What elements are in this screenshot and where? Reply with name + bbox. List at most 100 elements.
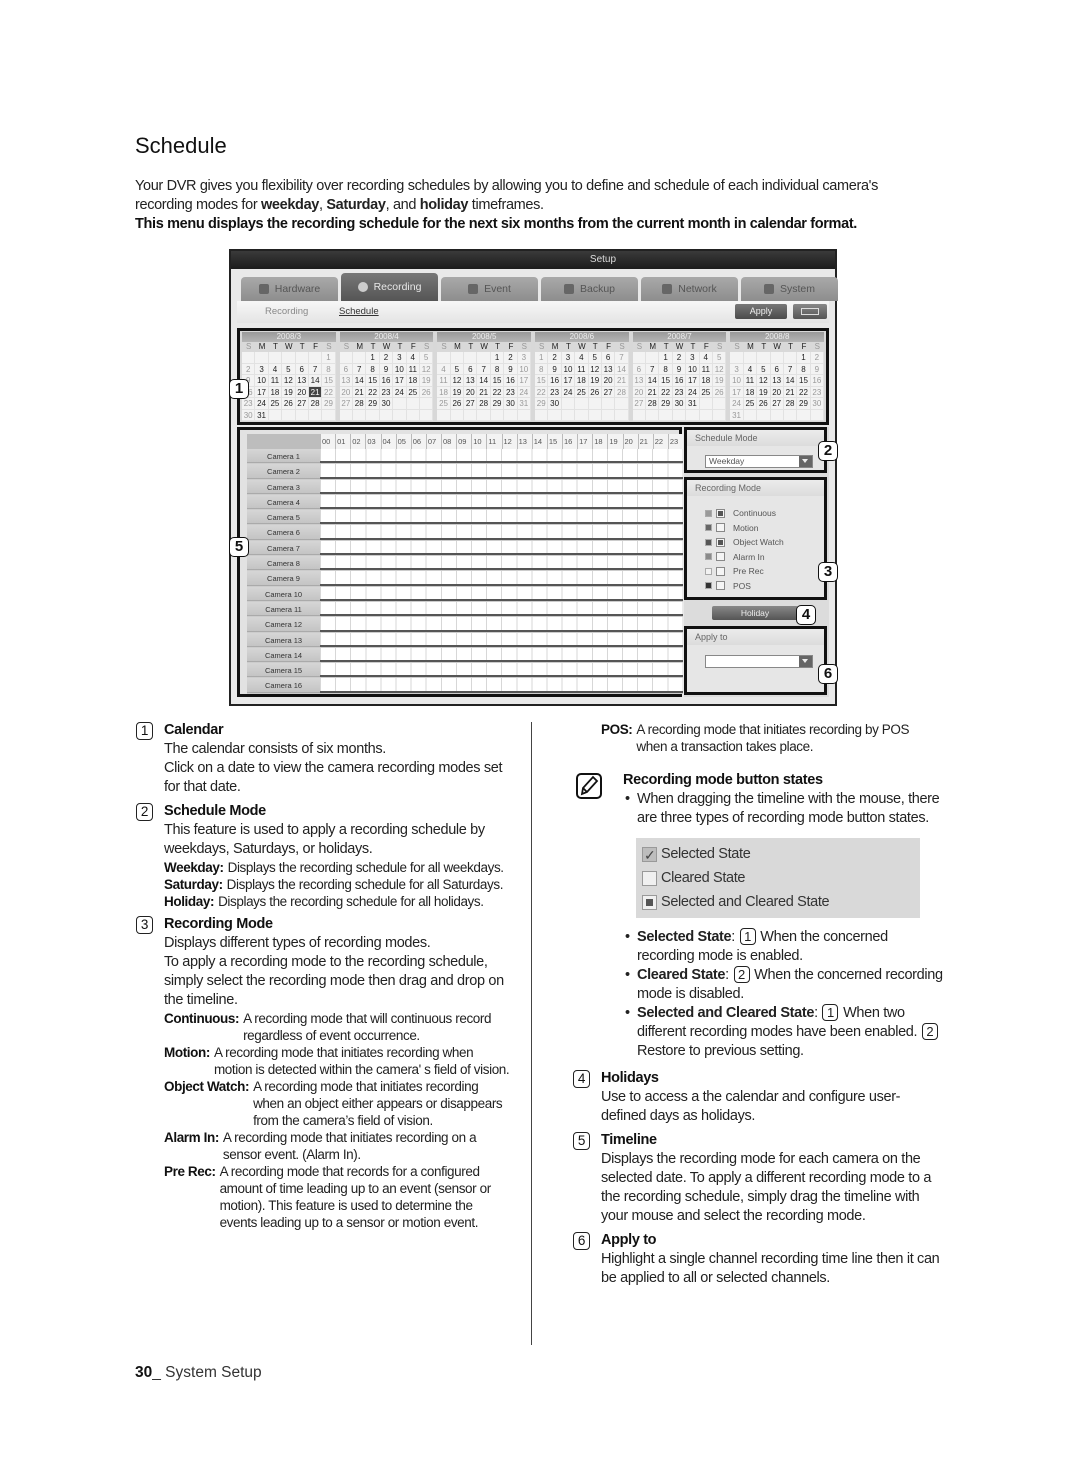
calendar-day[interactable]: 24 [686,386,700,398]
schedule-mode-select[interactable]: Weekday [705,455,813,468]
calendar-day[interactable]: 7 [646,363,660,375]
calendar-day[interactable]: 24 [517,386,532,398]
calendar-day[interactable]: 25 [406,386,420,398]
calendar-day[interactable]: 12 [757,375,771,387]
calendar-day[interactable]: 1 [535,352,549,364]
calendar-day[interactable]: 14 [646,375,660,387]
holiday-button[interactable]: Holiday [712,606,798,620]
mode-checkbox[interactable] [716,537,725,547]
calendar-day[interactable]: 26 [712,386,727,398]
calendar-day[interactable]: 6 [339,363,354,375]
calendar-day[interactable]: 26 [757,398,771,410]
calendar-day[interactable]: 13 [770,375,784,387]
camera-timeline-track[interactable] [320,464,683,479]
recording-mode-motion[interactable]: Motion [705,521,784,536]
calendar-day[interactable]: 18 [268,386,283,398]
calendar-day[interactable]: 14 [783,375,798,387]
calendar-day[interactable]: 17 [393,375,407,387]
camera-label[interactable]: Camera 8 [247,556,320,571]
tab-network[interactable]: Network [641,277,738,301]
calendar-day[interactable]: 23 [810,386,825,398]
calendar-day[interactable]: 28 [477,398,491,410]
camera-timeline-track[interactable] [320,494,683,510]
calendar-day[interactable]: 29 [490,398,505,410]
calendar-day[interactable]: 5 [282,363,296,375]
calendar-day[interactable]: 3 [686,352,700,364]
calendar-day[interactable]: 18 [743,386,758,398]
camera-timeline-track[interactable] [320,586,683,602]
calendar-day[interactable]: 2 [379,352,394,364]
calendar-day[interactable]: 14 [615,363,629,375]
calendar-day[interactable]: 11 [437,375,451,387]
camera-timeline-track[interactable] [320,510,683,525]
calendar-day[interactable]: 19 [757,386,771,398]
subtab-schedule[interactable]: Schedule [339,306,379,317]
calendar-day[interactable]: 19 [419,375,434,387]
calendar-day[interactable]: 7 [615,352,629,364]
calendar-day[interactable]: 26 [419,386,434,398]
calendar-day[interactable]: 12 [712,363,727,375]
calendar-day[interactable]: 20 [601,375,616,387]
mode-checkbox[interactable] [716,566,725,576]
calendar-day[interactable]: 24 [255,398,269,410]
camera-timeline-track[interactable] [320,632,683,648]
calendar-day[interactable]: 30 [242,409,256,421]
calendar-day[interactable]: 8 [659,363,673,375]
calendar-day[interactable]: 4 [575,352,589,364]
calendar-day[interactable]: 2 [242,363,256,375]
camera-timeline-track[interactable] [320,601,683,617]
calendar-day[interactable]: 30 [672,398,687,410]
calendar-day[interactable]: 31 [686,398,700,410]
calendar-day[interactable]: 26 [282,398,296,410]
calendar-day[interactable]: 30 [810,398,825,410]
calendar-day[interactable]: 22 [322,386,336,398]
calendar-day[interactable]: 25 [743,398,758,410]
calendar-day[interactable]: 18 [437,386,451,398]
calendar-day[interactable]: 5 [757,363,771,375]
calendar-day[interactable]: 6 [632,363,647,375]
calendar-day[interactable]: 13 [601,363,616,375]
calendar-day[interactable]: 3 [517,352,532,364]
calendar-day[interactable]: 21 [615,375,629,387]
camera-label[interactable]: Camera 15 [247,663,320,678]
calendar-day[interactable]: 19 [450,386,465,398]
camera-timeline-track[interactable] [320,540,683,556]
camera-timeline-track[interactable] [320,647,683,663]
calendar-day[interactable]: 16 [810,375,825,387]
calendar-day[interactable]: 17 [255,386,269,398]
camera-timeline-track[interactable] [320,571,683,586]
calendar-day[interactable]: 10 [561,363,576,375]
calendar-day[interactable]: 3 [255,363,269,375]
calendar-day[interactable]: 18 [699,375,713,387]
tab-system[interactable]: System [741,277,838,301]
calendar-day[interactable]: 3 [561,352,576,364]
calendar-day[interactable]: 23 [548,386,562,398]
calendar-day[interactable]: 13 [464,375,478,387]
calendar-day[interactable]: 16 [548,375,562,387]
calendar-day[interactable]: 8 [490,363,505,375]
camera-label[interactable]: Camera 16 [247,678,320,693]
calendar-day[interactable]: 18 [575,375,589,387]
calendar-day[interactable]: 7 [477,363,491,375]
calendar-day[interactable]: 16 [672,375,687,387]
calendar-day[interactable]: 13 [339,375,354,387]
calendar-day[interactable]: 4 [406,352,420,364]
calendar-day[interactable]: 28 [353,398,367,410]
calendar-day[interactable]: 29 [322,398,336,410]
calendar-day[interactable]: 3 [393,352,407,364]
camera-label[interactable]: Camera 13 [247,632,320,647]
calendar-day[interactable]: 14 [353,375,367,387]
calendar-day[interactable]: 27 [632,398,647,410]
calendar-day[interactable]: 30 [504,398,518,410]
calendar-day[interactable]: 6 [464,363,478,375]
calendar-day[interactable]: 13 [632,375,647,387]
calendar-day[interactable]: 7 [353,363,367,375]
calendar-day[interactable]: 9 [672,363,687,375]
calendar-day[interactable]: 15 [490,375,505,387]
calendar-day[interactable]: 6 [770,363,784,375]
recording-mode-object-watch[interactable]: Object Watch [705,535,784,550]
camera-label[interactable]: Camera 14 [247,647,320,663]
camera-label[interactable]: Camera 7 [247,540,320,556]
calendar-day[interactable]: 23 [504,386,518,398]
calendar-day[interactable]: 15 [659,375,673,387]
